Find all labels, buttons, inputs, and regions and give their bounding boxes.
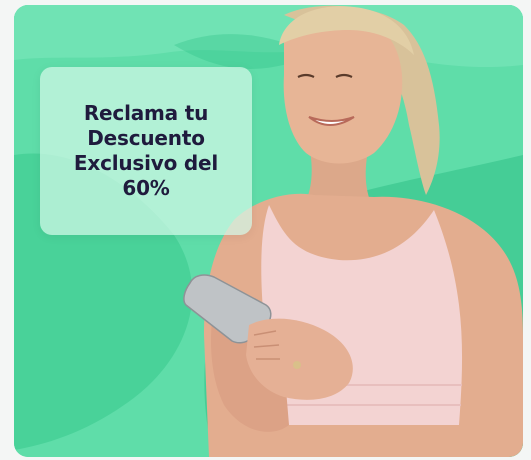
promo-card[interactable]: Reclama tu Descuento Exclusivo del 60% [14,5,523,457]
promo-headline: Reclama tu Descuento Exclusivo del 60% [73,101,219,200]
promo-callout: Reclama tu Descuento Exclusivo del 60% [40,67,252,235]
